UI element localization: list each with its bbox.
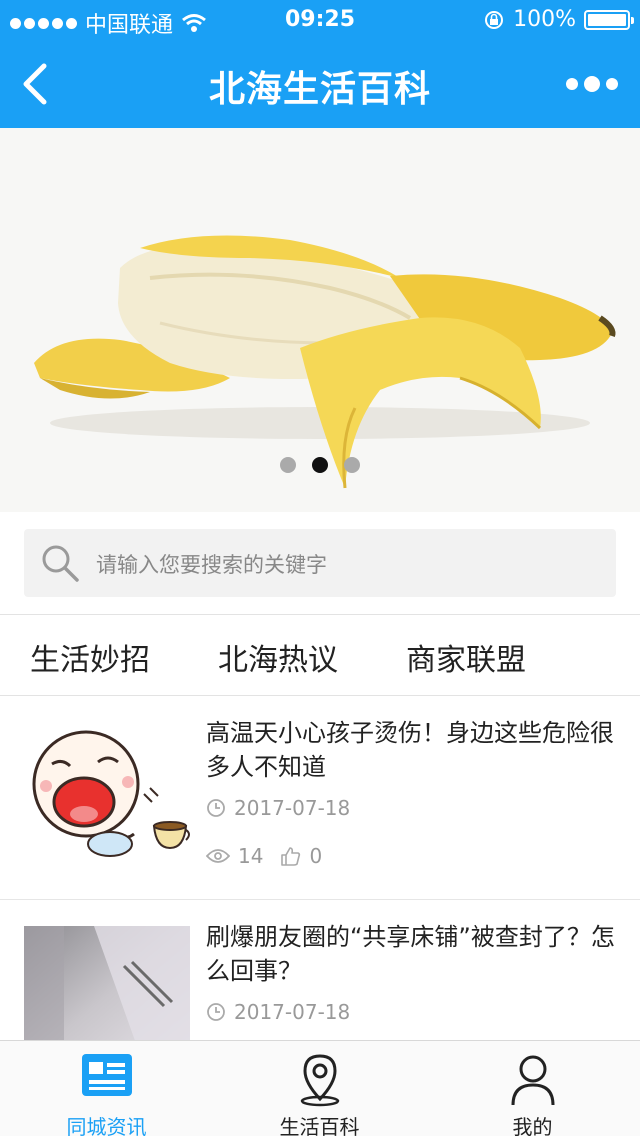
- battery-percent: 100%: [513, 7, 576, 32]
- status-bar: 中国联通 09:25 100%: [0, 0, 640, 40]
- article-title: 刷爆朋友圈的“共享床铺”被查封了？怎么回事？: [206, 923, 615, 985]
- bottom-tab-bar: 同城资讯 生活百科 我的: [0, 1040, 640, 1136]
- carousel-dot-active[interactable]: [312, 457, 328, 473]
- carousel-dot[interactable]: [280, 457, 296, 473]
- more-dots-icon[interactable]: [564, 70, 620, 98]
- tabbar-label: 我的: [512, 1115, 553, 1136]
- list-item[interactable]: 高温天小心孩子烫伤！身边这些危险很多人不知道 2017-07-18 14 0: [0, 696, 640, 900]
- tabbar-label: 生活百科: [279, 1115, 360, 1136]
- navigation-bar: 北海生活百科: [0, 40, 640, 128]
- tab-life-tips[interactable]: 生活妙招: [30, 635, 150, 679]
- banner-image-banana: [0, 128, 640, 512]
- article-date: 2017-07-18: [234, 1000, 351, 1024]
- eye-icon: [206, 849, 230, 863]
- like-count: 0: [309, 844, 323, 868]
- tabbar-item-life-encyclopedia[interactable]: 生活百科: [213, 1041, 426, 1136]
- article-date: 2017-07-18: [234, 796, 351, 820]
- article-thumbnail-crying-baby: [24, 722, 190, 862]
- article-stats-row: 14 0: [206, 844, 322, 868]
- tabbar-label: 同城资讯: [66, 1115, 147, 1136]
- tab-beihai-hot-topics[interactable]: 北海热议: [218, 635, 338, 679]
- view-count: 14: [238, 844, 264, 868]
- user-icon: [511, 1055, 554, 1106]
- article-date-row: 2017-07-18: [206, 1000, 350, 1024]
- clock-icon: [207, 1003, 225, 1021]
- category-tabs: 生活妙招 北海热议 商家联盟: [0, 614, 640, 696]
- article-date-row: 2017-07-18: [206, 796, 350, 820]
- search-bar[interactable]: 请输入您要搜索的关键字: [24, 529, 616, 597]
- article-title: 高温天小心孩子烫伤！身边这些危险很多人不知道: [206, 719, 614, 781]
- battery-icon: [584, 9, 634, 30]
- page-title: 北海生活百科: [208, 69, 431, 110]
- banner-carousel[interactable]: [0, 128, 640, 512]
- search-icon: [42, 545, 79, 582]
- tabbar-item-mine[interactable]: 我的: [426, 1041, 639, 1136]
- carousel-dot[interactable]: [344, 457, 360, 473]
- clock-icon: [207, 799, 225, 817]
- carousel-indicators: [0, 457, 640, 473]
- status-right: 100%: [483, 7, 634, 32]
- location-pin-icon: [300, 1054, 339, 1107]
- tab-merchant-alliance[interactable]: 商家联盟: [406, 635, 526, 679]
- news-card-icon: [81, 1054, 132, 1096]
- tabbar-item-local-news[interactable]: 同城资讯: [0, 1041, 213, 1136]
- thumbs-up-icon[interactable]: [279, 845, 301, 867]
- search-placeholder: 请输入您要搜索的关键字: [96, 553, 327, 577]
- rotation-lock-icon: [485, 10, 504, 29]
